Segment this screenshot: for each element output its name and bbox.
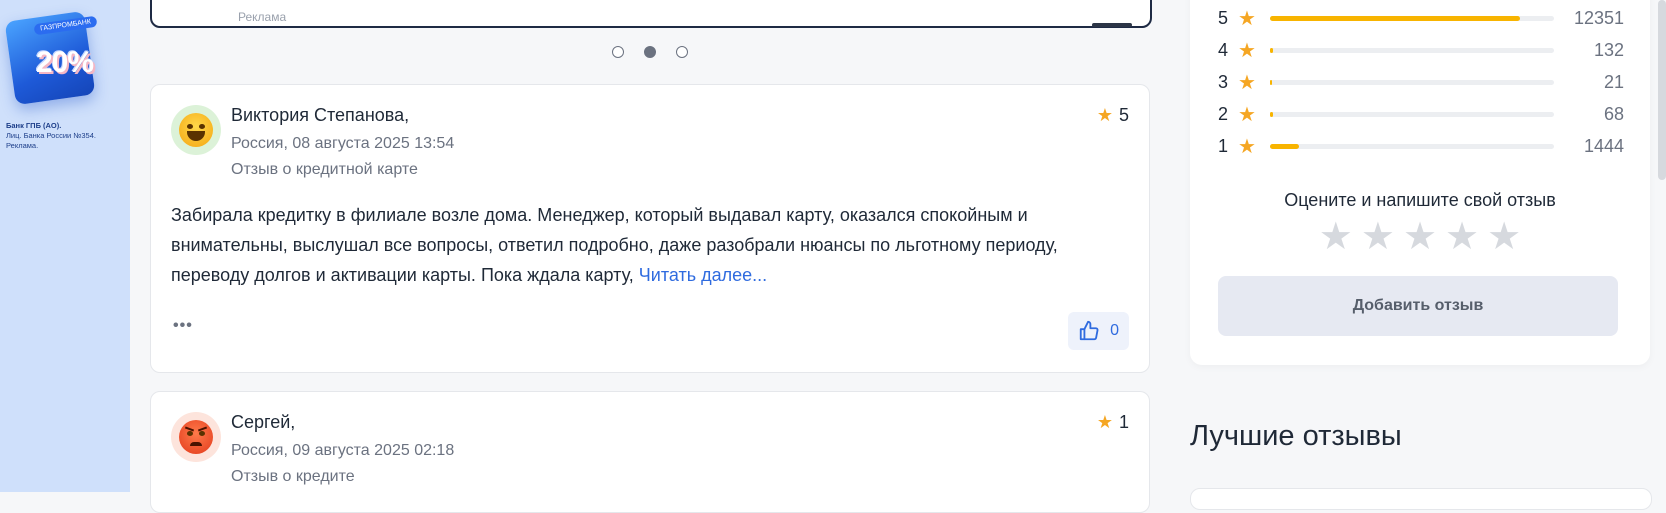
rating-bar [1270, 111, 1554, 117]
review-text: Забирала кредитку в филиале возле дома. … [171, 200, 1121, 290]
carousel-dot-3[interactable] [675, 46, 688, 58]
review-type: Отзыв о кредите [231, 468, 355, 485]
rate-star-1-icon[interactable]: ★ [1319, 218, 1353, 256]
star-icon: ★ [1238, 7, 1256, 30]
rating-row-count: 132 [1593, 39, 1624, 60]
avatar [171, 105, 221, 155]
banner-disclaimer: Банк ГПБ (АО). Лиц. Банка России №354. Р… [6, 121, 124, 151]
banner-ad-label: Реклама. [6, 141, 39, 150]
star-icon: ★ [1096, 412, 1113, 432]
side-ad-banner[interactable]: ГАЗПРОМБАНК 20% Банк ГПБ (АО). Лиц. Банк… [0, 0, 130, 492]
rating-value: 5 [1118, 105, 1129, 125]
like-button[interactable]: 0 [1068, 312, 1129, 350]
rating-row-stars: 2 [1218, 103, 1229, 124]
add-review-button[interactable]: Добавить отзыв [1218, 276, 1618, 336]
rating-row-stars: 5 [1218, 7, 1229, 28]
best-reviews-title: Лучшие отзывы [1190, 420, 1402, 452]
review-date: Россия, 08 августа 2025 13:54 [231, 135, 455, 152]
rating-bar-fill [1270, 111, 1273, 117]
rating-bar-fill [1270, 15, 1520, 21]
best-reviews-card [1190, 488, 1652, 510]
rating-row-stars: 4 [1218, 39, 1229, 60]
review-card: Виктория Степанова, Россия, 08 августа 2… [150, 84, 1150, 373]
rating-bar-fill [1270, 143, 1300, 149]
review-rating: ★ 5 [1097, 105, 1129, 126]
rating-stats-panel: 5 ★ 12351 4 ★ 132 3 ★ 21 2 ★ 68 1 ★ 1444… [1190, 0, 1650, 365]
banner-bank-name: Банк ГПБ (АО). [6, 121, 62, 130]
rating-bar-fill [1270, 79, 1273, 85]
rating-row-3: 3 ★ 21 [1218, 70, 1624, 94]
star-icon: ★ [1238, 39, 1256, 62]
rating-row-count: 1444 [1583, 135, 1624, 156]
review-card: Сергей, Россия, 09 августа 2025 02:18 От… [150, 391, 1150, 513]
avatar [171, 412, 221, 462]
review-rating: ★ 1 [1097, 412, 1129, 433]
rate-stars: ★ ★ ★ ★ ★ [1190, 218, 1650, 256]
carousel-ad-card[interactable]: Реклама [150, 0, 1152, 28]
rate-star-2-icon[interactable]: ★ [1361, 218, 1395, 256]
ad-label: Реклама [238, 10, 287, 24]
star-icon: ★ [1096, 105, 1113, 125]
rating-bar [1270, 15, 1554, 21]
star-icon: ★ [1238, 135, 1256, 158]
rating-row-5: 5 ★ 12351 [1218, 6, 1624, 30]
rate-star-5-icon[interactable]: ★ [1487, 218, 1521, 256]
rating-row-4: 4 ★ 132 [1218, 38, 1624, 62]
rating-value: 1 [1118, 412, 1129, 432]
rating-row-count: 68 [1603, 103, 1624, 124]
like-count: 0 [1110, 322, 1119, 339]
review-author[interactable]: Сергей, [231, 412, 295, 433]
star-icon: ★ [1238, 71, 1256, 94]
rating-bar [1270, 143, 1554, 149]
ad-action-button[interactable] [1092, 23, 1132, 27]
rating-row-1: 1 ★ 1444 [1218, 134, 1624, 158]
more-options-icon[interactable]: ••• [173, 317, 193, 335]
rating-bar-fill [1270, 47, 1274, 53]
scrollbar[interactable] [1658, 0, 1666, 180]
rate-prompt: Оцените и напишите свой отзыв [1284, 190, 1556, 210]
rating-row-count: 21 [1603, 71, 1624, 92]
banner-license: Лиц. Банка России №354. [6, 131, 96, 140]
carousel-dots [0, 46, 1299, 58]
review-type: Отзыв о кредитной карте [231, 161, 418, 178]
rating-bar [1270, 47, 1554, 53]
rating-row-2: 2 ★ 68 [1218, 102, 1624, 126]
review-date: Россия, 09 августа 2025 02:18 [231, 442, 455, 459]
rating-row-stars: 3 [1218, 71, 1229, 92]
rate-star-3-icon[interactable]: ★ [1403, 218, 1437, 256]
rate-star-4-icon[interactable]: ★ [1445, 218, 1479, 256]
rating-row-stars: 1 [1218, 135, 1229, 156]
read-more-link[interactable]: Читать далее... [639, 265, 767, 285]
rating-bar [1270, 79, 1554, 85]
star-icon: ★ [1238, 103, 1256, 126]
carousel-dot-1[interactable] [611, 46, 624, 58]
angry-emoji-icon [179, 420, 213, 454]
thumbs-up-icon [1079, 320, 1099, 341]
carousel-dot-2[interactable] [643, 46, 656, 58]
review-body: Забирала кредитку в филиале возле дома. … [171, 205, 1058, 285]
review-author[interactable]: Виктория Степанова, [231, 105, 409, 126]
star-struck-emoji-icon [179, 113, 213, 147]
rating-row-count: 12351 [1573, 7, 1624, 28]
